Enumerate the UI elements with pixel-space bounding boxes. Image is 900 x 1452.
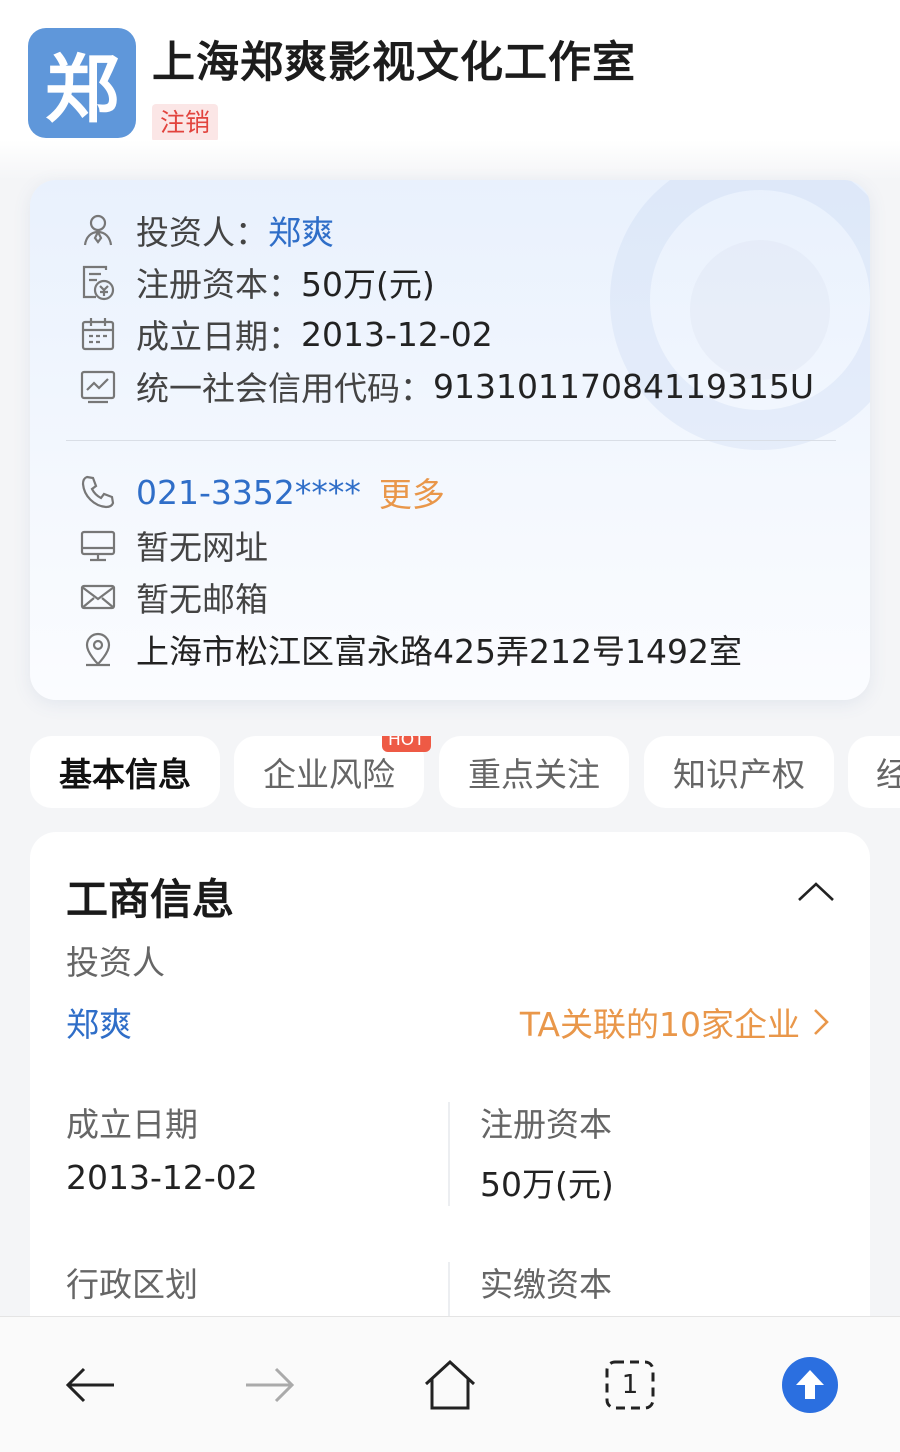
company-name: 上海郑爽影视文化工作室	[152, 38, 636, 88]
mail-icon	[78, 577, 118, 617]
credit-code-label: 统一社会信用代码：	[136, 369, 433, 408]
tab-key-focus[interactable]: 重点关注	[439, 736, 629, 808]
related-companies-link[interactable]: TA关联的10家企业	[520, 998, 830, 1046]
website-row: 暂无网址	[78, 522, 268, 568]
email-row: 暂无邮箱	[78, 574, 268, 620]
forward-button[interactable]	[238, 1353, 302, 1417]
founded-value: 2013-12-02	[301, 314, 493, 354]
watermark-dot	[690, 240, 830, 380]
tab-intellectual-property[interactable]: 知识产权	[644, 736, 834, 808]
website-value: 暂无网址	[136, 528, 268, 567]
back-arrow-icon	[65, 1367, 114, 1403]
credit-code-row: 统一社会信用代码： 91310117084119315U	[78, 363, 814, 409]
company-info-card: 投资人： 郑爽 注册资本： 50万(元) 成立日期： 2013-12-02 统一…	[30, 180, 870, 700]
card-divider	[66, 440, 836, 441]
capital-icon	[78, 262, 118, 302]
tab-operations[interactable]: 经	[848, 736, 900, 808]
business-info-section: 工商信息 投资人 郑爽 TA关联的10家企业 成立日期 2013-12-02 注…	[30, 832, 870, 1366]
region-field-label: 行政区划	[66, 1265, 198, 1304]
address-row: 上海市松江区富永路425弄212号1492室	[78, 626, 742, 672]
header-fade	[0, 140, 900, 180]
section-title: 工商信息	[66, 875, 235, 924]
home-icon	[424, 1359, 476, 1410]
scroll-top-icon	[782, 1357, 838, 1413]
phone-row: 021-3352**** 更多	[78, 469, 445, 515]
email-value: 暂无邮箱	[136, 580, 268, 619]
capital-row: 注册资本： 50万(元)	[78, 259, 435, 305]
browser-bottom-bar: 1	[0, 1316, 900, 1452]
investor-row: 投资人： 郑爽	[78, 207, 334, 253]
home-button[interactable]	[418, 1353, 482, 1417]
tab-basic-info[interactable]: 基本信息	[30, 736, 220, 808]
column-divider	[448, 1102, 450, 1206]
section-tabs: 基本信息 企业风险 HOT 重点关注 知识产权 经	[30, 736, 900, 808]
tab-count: 1	[621, 1370, 639, 1400]
investor-link[interactable]: 郑爽	[268, 206, 334, 254]
address-value: 上海市松江区富永路425弄212号1492室	[136, 632, 742, 671]
investor-label: 投资人：	[136, 213, 268, 252]
person-icon	[78, 210, 118, 250]
chart-card-icon	[78, 366, 118, 406]
phone-icon	[78, 472, 118, 512]
capital-label: 注册资本：	[136, 265, 301, 304]
capital-field-value: 50万(元)	[480, 1165, 614, 1204]
phone-more-link[interactable]: 更多	[379, 468, 445, 516]
founded-row: 成立日期： 2013-12-02	[78, 311, 493, 357]
capital-value: 50万(元)	[301, 265, 435, 304]
investor-name-link[interactable]: 郑爽	[66, 998, 132, 1046]
paid-capital-field-label: 实缴资本	[480, 1265, 612, 1304]
phone-link[interactable]: 021-3352****	[136, 473, 361, 512]
chevron-right-icon	[814, 1009, 829, 1035]
forward-arrow-icon	[246, 1367, 295, 1403]
status-badge: 注销	[152, 104, 219, 142]
tabs-button[interactable]: 1	[598, 1353, 662, 1417]
calendar-icon	[78, 314, 118, 354]
company-logo: 郑	[28, 28, 136, 138]
scroll-top-button[interactable]	[778, 1353, 842, 1417]
chevron-up-icon[interactable]	[796, 876, 836, 906]
location-pin-icon	[78, 629, 118, 669]
monitor-icon	[78, 525, 118, 565]
founded-field-label: 成立日期	[66, 1105, 198, 1144]
capital-field-label: 注册资本	[480, 1105, 612, 1144]
founded-label: 成立日期：	[136, 317, 301, 356]
credit-code-value: 91310117084119315U	[433, 366, 815, 406]
related-companies-label: TA关联的10家企业	[519, 1005, 800, 1044]
back-button[interactable]	[58, 1353, 122, 1417]
investor-field-label: 投资人	[66, 943, 165, 982]
founded-field-value: 2013-12-02	[66, 1158, 258, 1197]
hot-badge: HOT	[382, 736, 431, 752]
